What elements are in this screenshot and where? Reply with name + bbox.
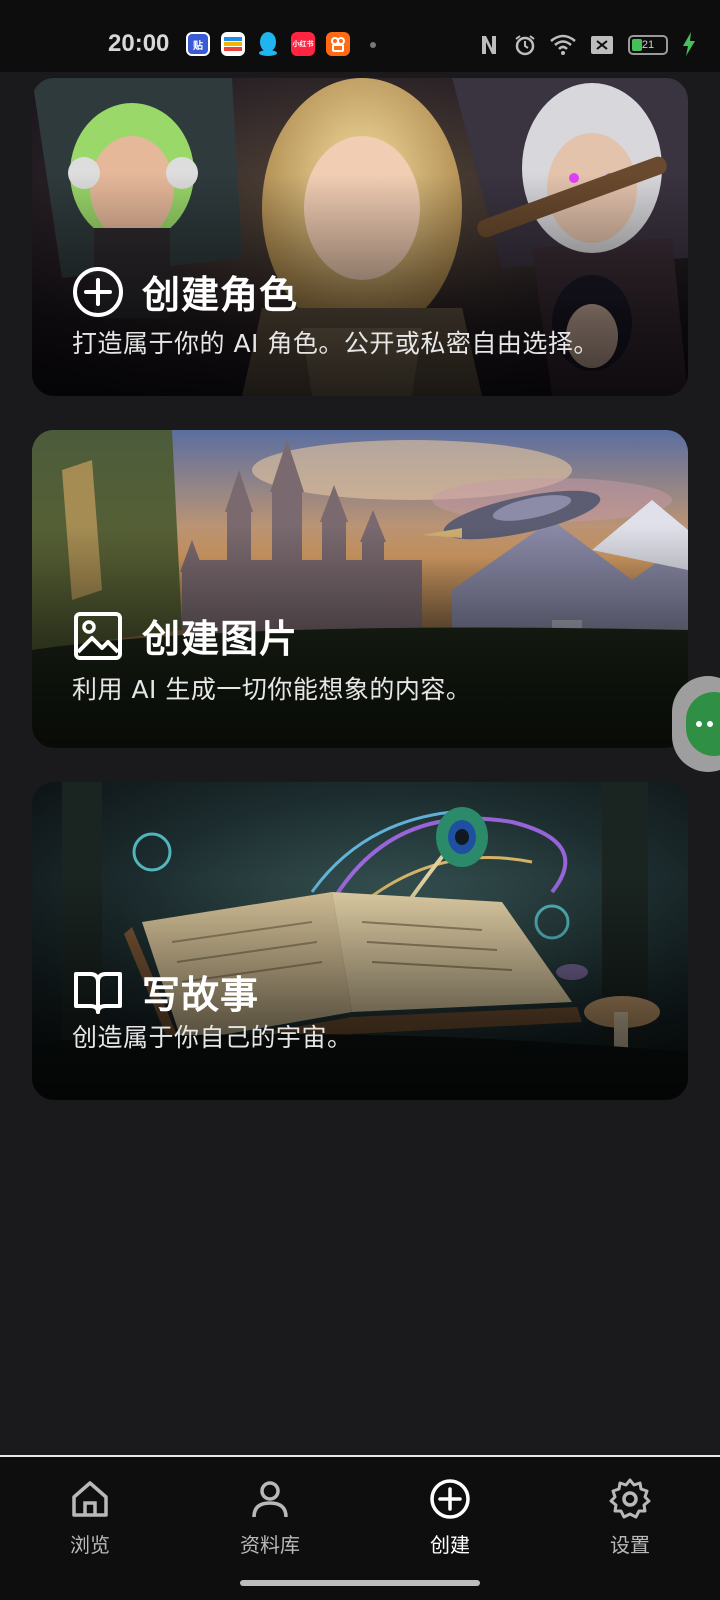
nav-label-browse: 浏览 bbox=[70, 1533, 110, 1557]
kuaishou-app-icon bbox=[326, 32, 350, 56]
home-icon bbox=[72, 1481, 108, 1517]
create-character-title-row: 创建角色 bbox=[72, 264, 298, 319]
write-story-card[interactable]: 写故事 创造属于你自己的宇宙。 bbox=[32, 782, 688, 1100]
nav-label-library: 资料库 bbox=[240, 1533, 300, 1557]
write-story-title-row: 写故事 bbox=[72, 964, 259, 1019]
wifi-icon bbox=[550, 34, 576, 55]
create-image-title: 创建图片 bbox=[142, 617, 299, 661]
tieba-app-icon: 贴 bbox=[186, 32, 210, 56]
nav-label-settings: 设置 bbox=[610, 1533, 650, 1557]
plus-circle-icon bbox=[73, 266, 123, 317]
battery-level: 21 bbox=[641, 39, 655, 51]
nav-item-settings[interactable]: 设置 bbox=[560, 1477, 700, 1558]
alarm-icon bbox=[515, 35, 535, 56]
more-dots-icon bbox=[686, 692, 720, 756]
image-icon bbox=[74, 611, 122, 660]
create-image-description: 利用 AI 生成一切你能想象的内容。 bbox=[72, 675, 472, 704]
person-icon bbox=[252, 1481, 288, 1518]
status-bar: 20:00 贴 小红书 21 bbox=[0, 0, 720, 72]
xiaohongshu-app-icon: 小红书 bbox=[291, 32, 315, 56]
floating-assistant-button[interactable] bbox=[672, 676, 720, 772]
nav-item-browse[interactable]: 浏览 bbox=[20, 1477, 160, 1558]
home-indicator[interactable] bbox=[240, 1580, 480, 1586]
system-icons: 21 bbox=[478, 34, 668, 56]
gear-icon bbox=[609, 1478, 651, 1519]
more-notifications-dot bbox=[370, 42, 376, 48]
nav-label-create: 创建 bbox=[430, 1533, 470, 1557]
nav-item-library[interactable]: 资料库 bbox=[200, 1477, 340, 1558]
create-character-card[interactable]: 创建角色 打造属于你的 AI 角色。公开或私密自由选择。 bbox=[32, 78, 688, 396]
create-character-title: 创建角色 bbox=[142, 273, 299, 317]
battery-indicator: 21 bbox=[628, 35, 668, 55]
create-image-card[interactable]: 创建图片 利用 AI 生成一切你能想象的内容。 bbox=[32, 430, 688, 748]
notification-icons: 贴 小红书 bbox=[186, 32, 350, 56]
book-icon bbox=[74, 971, 122, 1014]
status-time: 20:00 bbox=[108, 30, 170, 57]
create-image-title-row: 创建图片 bbox=[72, 608, 298, 663]
nfc-icon bbox=[482, 36, 496, 54]
write-story-description: 创造属于你自己的宇宙。 bbox=[72, 1023, 353, 1052]
qq-app-icon bbox=[256, 32, 280, 56]
create-character-description: 打造属于你的 AI 角色。公开或私密自由选择。 bbox=[72, 329, 599, 358]
write-story-title: 写故事 bbox=[142, 973, 260, 1017]
nav-item-create[interactable]: 创建 bbox=[380, 1477, 520, 1558]
charging-icon bbox=[683, 32, 695, 56]
sim-icon bbox=[591, 36, 613, 54]
plus-circle-icon bbox=[430, 1479, 470, 1519]
wallet-app-icon bbox=[221, 32, 245, 56]
bottom-navigation: 浏览 资料库 创建 设置 bbox=[0, 1455, 720, 1600]
